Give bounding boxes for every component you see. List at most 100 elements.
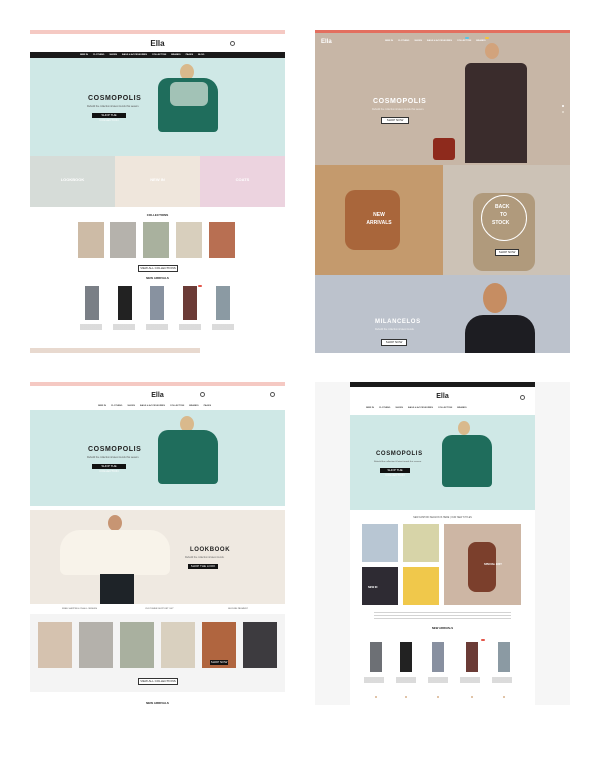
grid-tile[interactable]: [403, 524, 439, 562]
nav-item[interactable]: COLLECTION: [438, 407, 452, 409]
hero-cta-button[interactable]: SHOP THE COLLECTION: [380, 468, 410, 477]
product-image[interactable]: [466, 642, 478, 672]
model-head: [485, 43, 499, 59]
promo-tile-left[interactable]: NEW ARRIVALS: [315, 165, 443, 275]
product-thumb-dot[interactable]: [437, 696, 439, 698]
product-thumb-dot[interactable]: [471, 696, 473, 698]
nav-item[interactable]: NEW IN: [98, 405, 106, 407]
product-image[interactable]: [183, 286, 197, 320]
product-thumb-dot[interactable]: [375, 696, 377, 698]
collection-thumb[interactable]: [243, 622, 277, 668]
slider-dot[interactable]: [562, 111, 564, 113]
view-collections-button[interactable]: VIEW ALL COLLECTIONS: [138, 678, 178, 685]
nav-item[interactable]: BRANDS: [171, 54, 180, 56]
sale-badge: [198, 285, 202, 287]
nav-item[interactable]: SHOES: [395, 407, 403, 409]
product-image[interactable]: [150, 286, 164, 320]
nav-item[interactable]: BAGS & ACCESSORIES: [408, 407, 433, 409]
hero-cta-button[interactable]: SHOP NOW: [381, 117, 409, 124]
category-tile-3[interactable]: COATS: [200, 156, 285, 207]
collection-thumb[interactable]: [78, 222, 104, 258]
cart-icon[interactable]: [520, 395, 525, 400]
nav-item[interactable]: COLLECTION: [457, 40, 471, 42]
tile-shop-button[interactable]: SHOP NOW: [495, 249, 519, 256]
nav-item[interactable]: CLOTHING: [111, 405, 122, 407]
lookbook-button[interactable]: SHOP THE LOOK: [188, 564, 218, 569]
nav-item[interactable]: BRANDS: [457, 407, 466, 409]
nav-item[interactable]: SHOES: [127, 405, 135, 407]
nav-item[interactable]: PAGES: [186, 54, 194, 56]
nav-item[interactable]: NEW IN: [385, 40, 393, 42]
product-image[interactable]: [432, 642, 444, 672]
product-image[interactable]: [498, 642, 510, 672]
product-image[interactable]: [370, 642, 382, 672]
collection-thumb[interactable]: [161, 622, 195, 668]
product-image[interactable]: [216, 286, 230, 320]
model-top-pattern: [170, 82, 208, 106]
hero-title: COSMOPOLIS: [88, 446, 142, 453]
tile-label: SPECIAL EDIT: [484, 563, 502, 566]
collection-thumb[interactable]: [209, 222, 235, 258]
logo[interactable]: Ella: [30, 40, 285, 48]
screenshot-panel-2: Ella NEW IN CLOTHING SHOES BAGS & ACCESS…: [315, 30, 570, 353]
nav-item[interactable]: NEW IN: [366, 407, 374, 409]
nav-item[interactable]: CLOTHING: [379, 407, 390, 409]
badge-line: STOCK: [492, 220, 510, 226]
slider-dot[interactable]: [562, 105, 564, 107]
product-image[interactable]: [85, 286, 99, 320]
bottom-banner: MILANCELOS Rebuild the collection & late…: [315, 275, 570, 353]
nav-item[interactable]: PAGES: [204, 405, 212, 407]
search-icon[interactable]: [230, 41, 235, 46]
nav-item[interactable]: BLOG: [198, 54, 204, 56]
nav-item[interactable]: BAGS & ACCESSORIES: [140, 405, 165, 407]
feature-item: FREE SHIPPING ON ALL ORDERS: [62, 608, 98, 610]
logo[interactable]: Ella: [321, 39, 332, 45]
nav-item[interactable]: SHOES: [109, 54, 117, 56]
search-icon[interactable]: [200, 392, 205, 397]
category-tile-1[interactable]: LOOKBOOK: [30, 156, 115, 207]
grid-tile[interactable]: [403, 567, 439, 605]
category-label: NEW IN: [150, 177, 165, 182]
nav-item[interactable]: BRANDS: [476, 40, 485, 42]
collection-thumb[interactable]: [120, 622, 154, 668]
collection-thumb[interactable]: [110, 222, 136, 258]
collection-thumb[interactable]: [176, 222, 202, 258]
hero-cta-button[interactable]: SHOP THE COLLECTION: [92, 464, 126, 473]
nav-item[interactable]: COLLECTION: [170, 405, 184, 407]
category-tile-2[interactable]: NEW IN: [115, 156, 200, 207]
nav-item[interactable]: CLOTHING: [398, 40, 409, 42]
nav-item[interactable]: BRANDS: [189, 405, 198, 407]
stock-circle: [481, 195, 527, 241]
promo-tile-right[interactable]: BACK TO STOCK SHOP NOW: [443, 165, 570, 275]
bottom-cta-button[interactable]: SHOP NOW: [381, 339, 407, 346]
grid-tile[interactable]: [362, 524, 398, 562]
grid-tile-large[interactable]: SPECIAL EDIT: [444, 524, 521, 605]
nav-item[interactable]: BAGS & ACCESSORIES: [122, 54, 147, 56]
nav-item[interactable]: NEW IN: [80, 54, 88, 56]
shop-now-button[interactable]: SHOP NOW: [210, 660, 228, 665]
product-image[interactable]: [118, 286, 132, 320]
collection-thumb[interactable]: [79, 622, 113, 668]
hero-title: COSMOPOLIS: [88, 95, 142, 102]
cart-icon[interactable]: [270, 392, 275, 397]
product-thumb-dot[interactable]: [503, 696, 505, 698]
logo[interactable]: Ella: [350, 393, 535, 400]
nav-item[interactable]: COLLECTION: [152, 54, 166, 56]
hero-banner: COSMOPOLIS Rebuild the collection & late…: [350, 415, 535, 510]
nav-item[interactable]: CLOTHING: [93, 54, 104, 56]
collection-thumb[interactable]: [143, 222, 169, 258]
model-body: [465, 63, 527, 163]
product-image[interactable]: [400, 642, 412, 672]
badge-line: ARRIVALS: [366, 220, 392, 226]
feature-item: CUSTOMER SUPPORT 24/7: [145, 608, 174, 610]
nav-item[interactable]: SHOES: [414, 40, 422, 42]
product-thumb-dot[interactable]: [405, 696, 407, 698]
logo[interactable]: Ella: [30, 392, 285, 399]
hero-cta-button[interactable]: SHOP THE COLLECTION: [92, 113, 126, 122]
nav-item[interactable]: BAGS & ACCESSORIES: [427, 40, 452, 42]
view-collections-button[interactable]: VIEW ALL COLLECTIONS: [138, 265, 178, 272]
arrivals-title: NEW ARRIVALS: [146, 276, 169, 280]
collection-thumb[interactable]: [38, 622, 72, 668]
arrivals-title: NEW ARRIVALS: [146, 701, 169, 705]
text-block: [374, 612, 511, 620]
